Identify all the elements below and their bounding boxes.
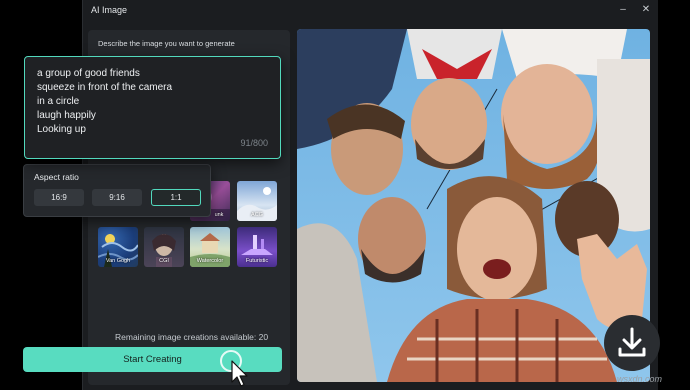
style-label: ACG xyxy=(251,212,263,218)
style-label: Watercolor xyxy=(196,258,224,264)
close-icon[interactable]: ✕ xyxy=(638,3,654,17)
character-counter: 91/800 xyxy=(240,138,268,148)
mouse-cursor-icon xyxy=(231,360,248,387)
aspect-ratio-popup: Aspect ratio 16:9 9:16 1:1 xyxy=(23,164,211,217)
aspect-9-16-button[interactable]: 9:16 xyxy=(92,189,142,206)
title-bar: AI Image – ✕ xyxy=(83,0,659,22)
prompt-text-line: in a circle xyxy=(37,96,80,107)
minimize-icon[interactable]: – xyxy=(615,3,631,17)
style-label: Futuristic xyxy=(245,258,269,264)
aspect-16-9-button[interactable]: 16:9 xyxy=(34,189,84,206)
prompt-text-line: a group of good friends xyxy=(37,68,140,79)
style-label: unk xyxy=(214,212,224,218)
style-label: CGI xyxy=(159,258,169,264)
window-title: AI Image xyxy=(91,5,128,15)
style-label: Van Gogh xyxy=(105,258,131,264)
aspect-ratio-title: Aspect ratio xyxy=(34,172,79,182)
prompt-label: Describe the image you want to generate xyxy=(98,39,235,48)
aspect-1-1-button[interactable]: 1:1 xyxy=(151,189,201,206)
style-cgi-thumbnail[interactable]: CGI xyxy=(144,227,184,267)
style-acg-thumbnail[interactable]: ACG xyxy=(237,181,277,221)
watermark: wsxdn.com xyxy=(617,374,663,384)
style-futuristic-thumbnail[interactable]: Futuristic xyxy=(237,227,277,267)
prompt-text-line: Looking up xyxy=(37,124,86,135)
download-button[interactable] xyxy=(604,315,660,371)
prompt-textarea[interactable]: a group of good friends squeeze in front… xyxy=(24,56,281,159)
prompt-text-line: laugh happily xyxy=(37,110,96,121)
download-icon xyxy=(618,327,646,357)
remaining-credits: Remaining image creations available: 20 xyxy=(115,332,269,342)
style-van-gogh-thumbnail[interactable]: Van Gogh xyxy=(98,227,138,267)
generated-image xyxy=(297,29,650,382)
style-watercolor-thumbnail[interactable]: Watercolor xyxy=(190,227,230,267)
prompt-text-line: squeeze in front of the camera xyxy=(37,82,173,93)
